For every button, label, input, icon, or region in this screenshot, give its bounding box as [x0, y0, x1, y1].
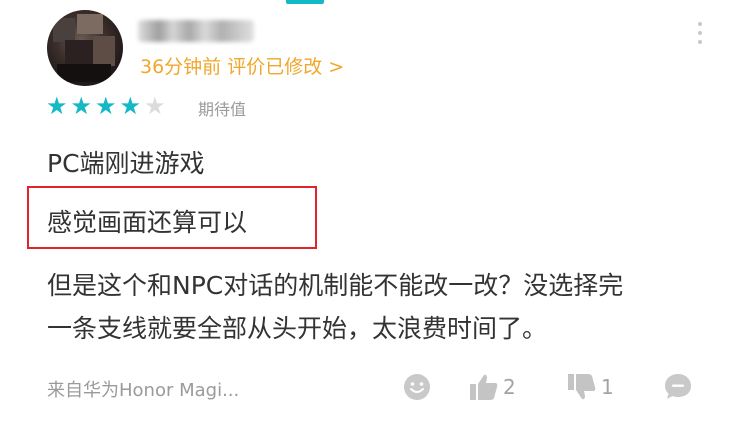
rating-label: 期待值 [198, 100, 247, 119]
review-text-line: 但是这个和NPC对话的机制能不能改一改？没选择完 [47, 271, 624, 300]
review-text-line: 一条支线就要全部从头开始，太浪费时间了。 [47, 314, 548, 343]
dislike-button[interactable]: 1 [567, 372, 614, 402]
star-icon: ★ [46, 92, 68, 120]
thumbs-up-icon [470, 374, 498, 400]
device-source: 来自华为Honor Magi... [47, 380, 240, 401]
tab-indicator [286, 0, 324, 4]
emoji-icon [404, 374, 430, 400]
star-icon: ★ [144, 92, 166, 120]
avatar[interactable] [47, 10, 123, 86]
comment-button[interactable] [663, 372, 693, 402]
review-card: 36分钟前 评价已修改 > ★ ★ ★ ★ ★ 期待值 PC端刚进游戏 感觉画面… [0, 0, 741, 425]
like-button[interactable]: 2 [469, 372, 516, 402]
rating-stars: ★ ★ ★ ★ ★ [46, 94, 166, 118]
star-icon: ★ [70, 92, 93, 120]
star-icon: ★ [95, 92, 117, 120]
star-icon: ★ [119, 92, 142, 120]
review-meta[interactable]: 36分钟前 评价已修改 > [140, 52, 344, 79]
review-text-line: PC端刚进游戏 [47, 149, 205, 178]
username-blurred[interactable] [138, 20, 254, 42]
emoji-button[interactable] [402, 372, 432, 402]
review-text-line: 感觉画面还算可以 [47, 208, 248, 237]
thumbs-down-icon [568, 374, 596, 400]
dislike-count: 1 [601, 375, 614, 399]
like-count: 2 [503, 375, 516, 399]
more-vertical-icon[interactable] [690, 22, 710, 48]
comment-icon [665, 374, 691, 399]
